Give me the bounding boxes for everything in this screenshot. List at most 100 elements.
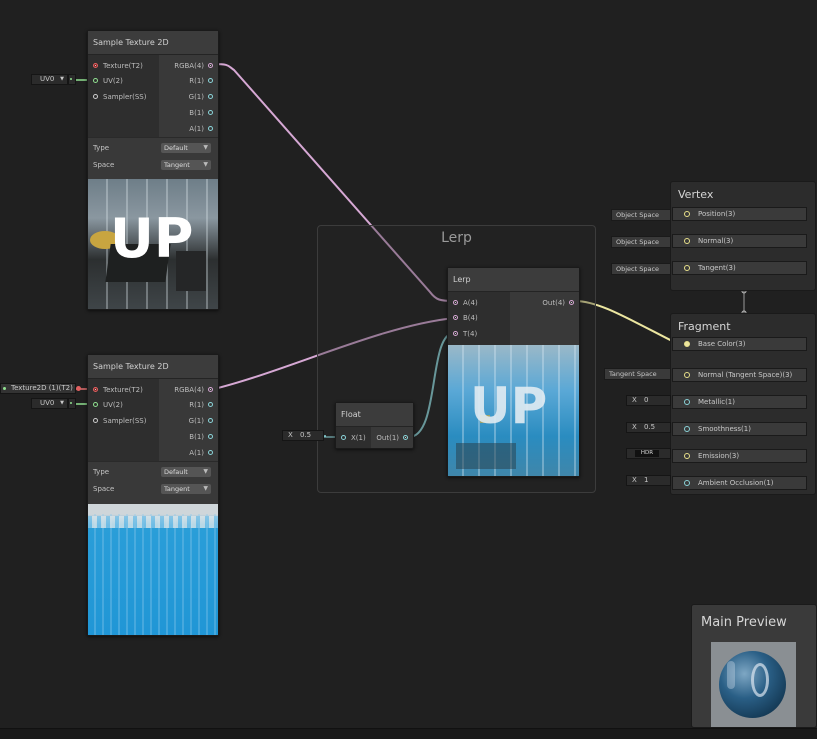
smoothness-field[interactable]: X 0.5 [626,422,671,433]
output-a[interactable]: A(1) [189,122,213,136]
block-normal[interactable]: Normal(3) [672,234,807,248]
position-space-field[interactable]: Object Space [611,209,671,221]
base-color-port-icon[interactable] [684,341,690,347]
a-port-icon[interactable] [453,300,458,305]
input-uv[interactable]: UV(2) [93,74,123,88]
block-base-color[interactable]: Base Color(3) [672,337,807,351]
value-text[interactable]: 0.5 [300,431,311,440]
normal-space-field[interactable]: Object Space [611,236,671,248]
sampler-port-icon[interactable] [93,94,98,99]
smoothness-port-icon[interactable] [684,426,690,432]
output-r[interactable]: R(1) [189,74,213,88]
sample-texture-2d-node-top[interactable]: Sample Texture 2D Texture(T2) UV(2) Samp… [87,30,219,310]
output-rgba[interactable]: RGBA(4) [174,383,213,397]
output-out[interactable]: Out(4) [542,296,574,310]
texture-port-icon[interactable] [93,63,98,68]
normal-port-icon[interactable] [684,238,690,244]
input-t[interactable]: T(4) [453,327,477,341]
input-sampler[interactable]: Sampler(SS) [93,90,146,104]
output-b[interactable]: B(1) [189,430,213,444]
tangent-port-icon[interactable] [684,265,690,271]
block-metallic[interactable]: Metallic(1) [672,395,807,409]
uv-port-icon[interactable] [93,78,98,83]
lerp-node[interactable]: Lerp A(4) B(4) T(4) Out(4) UP [447,267,580,477]
node-title[interactable]: Float [336,403,413,427]
uv-port-icon[interactable] [93,402,98,407]
space-dropdown[interactable]: Tangent ▼ [161,484,211,494]
emission-port-icon[interactable] [684,453,690,459]
fragment-context[interactable]: Fragment Base Color(3) Normal (Tangent S… [670,313,816,495]
input-a[interactable]: A(4) [453,296,478,310]
t-port-icon[interactable] [453,331,458,336]
uv0-dropdown-bottom[interactable]: UV0 ▼ [31,398,68,409]
metallic-port-icon[interactable] [684,399,690,405]
texture-property-port-icon[interactable] [76,386,81,391]
block-smoothness[interactable]: Smoothness(1) [672,422,807,436]
preview-up-text: UP [470,377,548,435]
float-x-field[interactable]: X 0.5 [282,430,324,441]
input-texture[interactable]: Texture(T2) [93,59,143,73]
preview-viewport[interactable] [711,642,796,727]
sampler-port-icon[interactable] [93,418,98,423]
b-port-icon[interactable] [208,110,213,115]
space-dropdown[interactable]: Tangent ▼ [161,160,211,170]
input-x[interactable]: X(1) [341,431,366,445]
output-a[interactable]: A(1) [189,446,213,460]
output-r[interactable]: R(1) [189,398,213,412]
type-dropdown[interactable]: Default ▼ [161,143,211,153]
a-port-icon[interactable] [208,450,213,455]
preview-sphere[interactable] [719,651,786,718]
position-port-icon[interactable] [684,211,690,217]
rgba-port-icon[interactable] [208,387,213,392]
node-title[interactable]: Sample Texture 2D [88,355,218,379]
g-port-icon[interactable] [208,418,213,423]
ambient-occlusion-field[interactable]: X 1 [626,475,671,486]
group-title[interactable]: Lerp [318,230,595,246]
block-tangent[interactable]: Tangent(3) [672,261,807,275]
b-port-icon[interactable] [208,434,213,439]
node-title[interactable]: Sample Texture 2D [88,31,218,55]
r-port-icon[interactable] [208,402,213,407]
output-rgba[interactable]: RGBA(4) [174,59,213,73]
input-b[interactable]: B(4) [453,311,478,325]
input-uv[interactable]: UV(2) [93,398,123,412]
out-port-icon[interactable] [403,435,408,440]
g-port-icon[interactable] [208,94,213,99]
axis-label: X [288,431,293,439]
metallic-field[interactable]: X 0 [626,395,671,406]
texture2d-property-field[interactable]: Texture2D (1)(T2) [0,383,76,394]
type-dropdown[interactable]: Default ▼ [161,467,211,477]
sample-texture-2d-node-bottom[interactable]: Sample Texture 2D Texture(T2) UV(2) Samp… [87,354,219,636]
context-title[interactable]: Vertex [678,188,713,201]
block-ambient-occlusion[interactable]: Ambient Occlusion(1) [672,476,807,490]
float-node[interactable]: Float X(1) Out(1) [335,402,414,449]
normal-space-field[interactable]: Tangent Space [604,368,671,380]
rgba-port-icon[interactable] [208,63,213,68]
main-preview-title[interactable]: Main Preview [701,615,787,630]
out-port-icon[interactable] [569,300,574,305]
output-b[interactable]: B(1) [189,106,213,120]
output-g[interactable]: G(1) [189,90,213,104]
b-port-icon[interactable] [453,315,458,320]
context-title[interactable]: Fragment [678,320,731,333]
ambient-occlusion-port-icon[interactable] [684,480,690,486]
block-emission[interactable]: Emission(3) [672,449,807,463]
main-preview-panel[interactable]: Main Preview [691,604,817,728]
input-sampler[interactable]: Sampler(SS) [93,414,146,428]
block-normal-tangent-space[interactable]: Normal (Tangent Space)(3) [672,368,807,382]
a-port-icon[interactable] [208,126,213,131]
output-out[interactable]: Out(1) [376,431,408,445]
normal-port-icon[interactable] [684,372,690,378]
tangent-space-field[interactable]: Object Space [611,263,671,275]
vertex-context[interactable]: Vertex Position(3) Normal(3) Tangent(3) [670,181,816,291]
input-texture[interactable]: Texture(T2) [93,383,143,397]
lerp-preview-image: UP [448,345,579,476]
texture-port-icon[interactable] [93,387,98,392]
r-port-icon[interactable] [208,78,213,83]
x-port-icon[interactable] [341,435,346,440]
node-title[interactable]: Lerp [448,268,579,292]
uv0-dropdown-top[interactable]: UV0 ▼ [31,74,68,85]
block-position[interactable]: Position(3) [672,207,807,221]
output-g[interactable]: G(1) [189,414,213,428]
emission-hdr-field[interactable]: HDR [626,448,671,459]
